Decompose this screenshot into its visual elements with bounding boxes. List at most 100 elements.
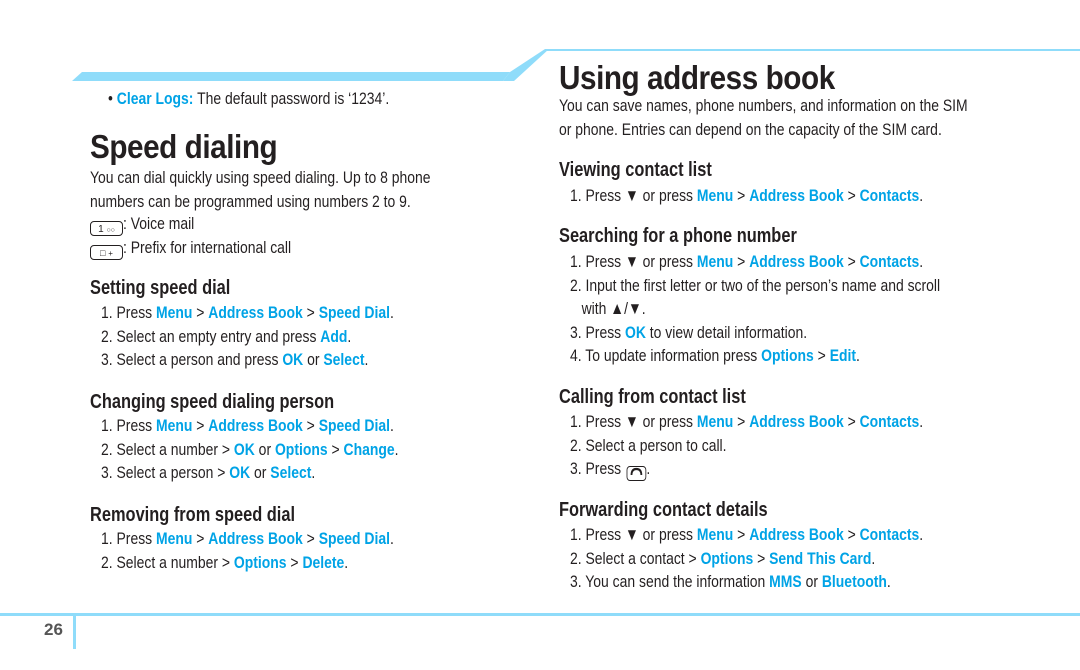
step-text: 3. Press bbox=[570, 459, 626, 478]
step-item: 3. Press OK to view detail information. bbox=[570, 321, 1021, 345]
step-text: or bbox=[250, 463, 271, 482]
menu-term: OK bbox=[229, 463, 251, 482]
step-text: 2. Select a contact > bbox=[570, 548, 701, 568]
step-text: > bbox=[192, 529, 209, 548]
step-text: 2. Input the first letter or two of the … bbox=[570, 275, 941, 295]
header-band bbox=[72, 49, 1080, 81]
menu-term: OK bbox=[233, 439, 255, 459]
step-text: > bbox=[733, 525, 750, 544]
step-text: 3. You can send the information bbox=[570, 572, 770, 591]
step-text: 3. Select a person and press bbox=[101, 350, 283, 369]
step-text: . bbox=[919, 525, 924, 544]
step-text: . bbox=[886, 572, 891, 591]
section-heading-searching-for-a-phone-number: Searching for a phone number bbox=[559, 225, 797, 247]
steps-calling-from-contact-list: 1. Press ▼ or press Menu > Address Book … bbox=[570, 410, 1001, 481]
menu-term: OK bbox=[282, 350, 304, 369]
menu-term: Speed Dial bbox=[318, 416, 390, 435]
step-text: > bbox=[302, 416, 319, 435]
footer-divider bbox=[73, 613, 76, 649]
step-item: 2. Select an empty entry and press Add. bbox=[101, 325, 458, 349]
step-item: 3. You can send the information MMS or B… bbox=[570, 570, 1001, 594]
menu-term: Change bbox=[343, 439, 395, 459]
step-text: 1. Press ▼ or press bbox=[570, 252, 697, 271]
step-text: with ▲/▼. bbox=[570, 299, 646, 318]
speed-dialing-intro: You can dial quickly using speed dialing… bbox=[90, 166, 505, 214]
menu-term: Speed Dial bbox=[318, 529, 390, 548]
menu-term: Delete bbox=[302, 552, 345, 572]
menu-term: Menu bbox=[156, 303, 193, 322]
steps-changing-speed-dialing-person: 1. Press Menu > Address Book > Speed Dia… bbox=[101, 414, 464, 485]
voicemail-label: : Voice mail bbox=[123, 214, 195, 233]
menu-term: Address Book bbox=[749, 186, 844, 205]
step-text: > bbox=[843, 412, 860, 431]
section-heading-changing-speed-dialing-person: Changing speed dialing person bbox=[90, 391, 335, 413]
step-text: . bbox=[394, 439, 399, 459]
step-text: or bbox=[254, 439, 275, 459]
clear-logs-text: The default password is ‘1234’. bbox=[193, 89, 390, 108]
step-text: > bbox=[327, 439, 344, 459]
step-item: 1. Press ▼ or press Menu > Address Book … bbox=[570, 250, 1021, 274]
step-item: 2. Select a number > Options > Delete. bbox=[101, 551, 458, 575]
step-text: . bbox=[871, 548, 876, 568]
step-text: > bbox=[843, 252, 860, 271]
step-text: > bbox=[192, 303, 209, 322]
menu-term: Contacts bbox=[859, 186, 920, 205]
menu-term: Menu bbox=[696, 525, 734, 544]
bullet: • bbox=[108, 89, 117, 108]
step-text: > bbox=[733, 186, 750, 205]
section-heading-setting-speed-dial: Setting speed dial bbox=[90, 277, 231, 299]
menu-term: Address Book bbox=[208, 416, 303, 435]
using-address-book-title-text: Using address book bbox=[559, 59, 835, 96]
step-text: > bbox=[302, 303, 319, 322]
footer-rule bbox=[0, 613, 1080, 616]
step-item: 1. Press Menu > Address Book > Speed Dia… bbox=[101, 414, 464, 438]
step-text: . bbox=[389, 529, 394, 548]
menu-term: Menu bbox=[156, 529, 193, 548]
step-text: . bbox=[311, 463, 316, 482]
step-text: 3. Press bbox=[570, 322, 626, 342]
step-text: . bbox=[856, 346, 860, 365]
key-legend-plus: □ + : Prefix for international call bbox=[90, 236, 328, 260]
step-text: > bbox=[733, 252, 750, 271]
section-heading-viewing-contact-list: Viewing contact list bbox=[559, 159, 712, 181]
step-text: > bbox=[286, 552, 303, 572]
menu-term: Select bbox=[323, 350, 365, 369]
step-text: 1. Press ▼ or press bbox=[570, 412, 697, 431]
section-heading-forwarding-contact-details: Forwarding contact details bbox=[559, 499, 768, 521]
step-text: 2. Select a number > bbox=[101, 439, 234, 459]
menu-term: Address Book bbox=[208, 303, 303, 322]
step-text: . bbox=[919, 412, 924, 431]
step-item: 1. Press Menu > Address Book > Speed Dia… bbox=[101, 527, 458, 551]
menu-term: Edit bbox=[829, 346, 857, 365]
step-text: > bbox=[733, 412, 750, 431]
key-legend-voicemail: 1 ○○ : Voice mail bbox=[90, 212, 328, 236]
menu-term: Address Book bbox=[749, 412, 844, 431]
menu-term: Bluetooth bbox=[821, 572, 887, 591]
step-text: 2. Select an empty entry and press bbox=[101, 326, 321, 346]
menu-term: Contacts bbox=[859, 412, 920, 431]
step-text: or bbox=[303, 350, 324, 369]
step-item: 2. Input the first letter or two of the … bbox=[570, 274, 1021, 298]
steps-setting-speed-dial: 1. Press Menu > Address Book > Speed Dia… bbox=[101, 301, 458, 372]
menu-term: Options bbox=[274, 439, 328, 459]
steps-forwarding-contact-details: 1. Press ▼ or press Menu > Address Book … bbox=[570, 523, 1001, 594]
menu-term: Address Book bbox=[208, 529, 303, 548]
menu-term: Contacts bbox=[859, 252, 920, 271]
step-text: 1. Press bbox=[101, 303, 157, 322]
menu-term: Select bbox=[270, 463, 312, 482]
step-text: 4. To update information press bbox=[570, 346, 762, 365]
menu-term: Add bbox=[320, 326, 348, 346]
step-item: 1. Press ▼ or press Menu > Address Book … bbox=[570, 410, 1001, 434]
step-text: 1. Press bbox=[101, 416, 157, 435]
menu-term: Contacts bbox=[859, 525, 920, 544]
menu-term: Options bbox=[233, 552, 287, 572]
step-text: > bbox=[843, 186, 860, 205]
step-text: 1. Press bbox=[101, 529, 157, 548]
step-text: . bbox=[646, 459, 651, 478]
step-item: 3. Press . bbox=[570, 457, 1001, 481]
page-number: 26 bbox=[44, 620, 63, 639]
step-item: 2. Select a number > OK or Options > Cha… bbox=[101, 438, 464, 462]
clear-logs-note: • Clear Logs: The default password is ‘1… bbox=[108, 89, 451, 109]
steps-searching-for-a-phone-number: 1. Press ▼ or press Menu > Address Book … bbox=[570, 250, 1021, 368]
menu-term: Address Book bbox=[749, 525, 844, 544]
